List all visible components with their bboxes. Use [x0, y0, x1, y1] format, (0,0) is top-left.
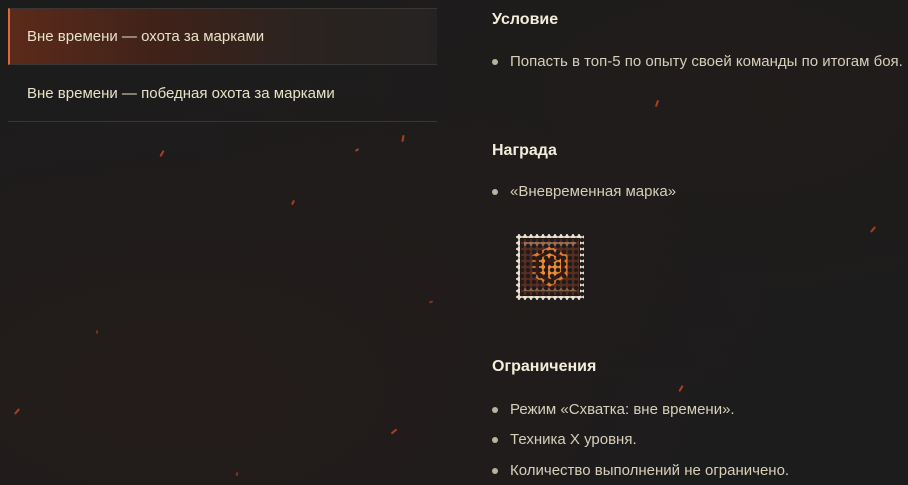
ember-decoration: [159, 149, 165, 158]
ember-decoration: [654, 99, 660, 108]
ember-decoration: [95, 329, 99, 335]
ember-decoration: [235, 471, 239, 477]
restriction-text: Количество выполнений не ограничено.: [510, 462, 790, 479]
restriction-text: Режим «Схватка: вне времени».: [510, 401, 735, 418]
page: Вне времени — охота за марками Вне време…: [0, 0, 908, 485]
ember-decoration: [13, 408, 21, 415]
bullet-icon: [492, 437, 498, 443]
timeless-stamp-icon: [516, 234, 584, 300]
restrictions-heading: Ограничения: [492, 358, 597, 375]
restriction-item: Техника X уровня.: [492, 428, 904, 452]
ember-decoration: [869, 226, 877, 233]
bullet-icon: [492, 468, 498, 474]
reward-heading: Награда: [492, 142, 557, 159]
reward-item: «Вневременная марка»: [492, 180, 904, 204]
mission-nav: Вне времени — охота за марками Вне време…: [8, 8, 437, 122]
restriction-item: Режим «Схватка: вне времени».: [492, 398, 904, 422]
restriction-item: Количество выполнений не ограничено.: [492, 459, 904, 483]
condition-text: Попасть в топ-5 по опыту своей команды п…: [510, 53, 903, 70]
condition-heading: Условие: [492, 11, 559, 28]
nav-item-stamp-hunt[interactable]: Вне времени — охота за марками: [8, 8, 437, 65]
condition-item: Попасть в топ-5 по опыту своей команды п…: [492, 50, 904, 74]
nav-item-victory-stamp-hunt[interactable]: Вне времени — победная охота за марками: [8, 65, 437, 122]
ember-decoration: [390, 428, 398, 435]
ember-decoration: [428, 300, 434, 304]
nav-item-label: Вне времени — победная охота за марками: [27, 84, 335, 102]
ember-decoration: [678, 384, 684, 393]
bullet-icon: [492, 189, 498, 195]
bullet-icon: [492, 407, 498, 413]
reward-text: «Вневременная марка»: [510, 183, 677, 200]
nav-item-label: Вне времени — охота за марками: [27, 28, 265, 45]
ember-decoration: [354, 148, 360, 152]
ember-decoration: [401, 134, 405, 143]
ember-decoration: [291, 199, 295, 206]
restriction-text: Техника X уровня.: [510, 431, 637, 448]
bullet-icon: [492, 59, 498, 65]
